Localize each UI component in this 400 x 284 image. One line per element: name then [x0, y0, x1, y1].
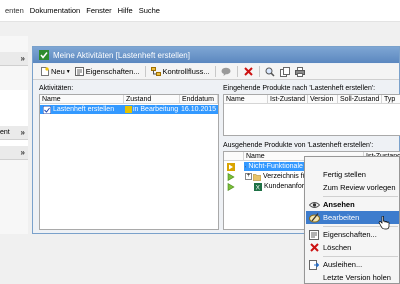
context-menu-item-submit-review[interactable]: Zum Review vorlegen: [306, 181, 399, 194]
column-header-type[interactable]: Typ: [382, 95, 400, 104]
svg-text:X: X: [256, 184, 261, 190]
edit-icon: [308, 212, 320, 224]
left-panel-section-label: ent: [0, 129, 10, 136]
context-menu-item-delete[interactable]: Löschen: [306, 241, 399, 254]
new-button-label: Neu: [51, 67, 65, 76]
left-panel-section-3[interactable]: »: [0, 146, 28, 160]
menu-item-hilfe[interactable]: Hilfe: [115, 0, 136, 22]
toolbar-separator: [236, 66, 238, 77]
menu-item-dokumentation[interactable]: Dokumentation: [27, 0, 83, 22]
activities-table: Name Zustand Enddatum Lastenheft erstell…: [39, 94, 219, 230]
menubar: enten Dokumentation Fenster Hilfe Suche: [0, 0, 400, 22]
context-menu-item-label: Letzte Version holen: [323, 273, 391, 282]
check-icon: [39, 50, 49, 60]
chevron-double-down-icon[interactable]: »: [21, 128, 25, 137]
context-menu-item-label: Ausleihen...: [323, 260, 363, 269]
activity-icon: [43, 105, 51, 114]
comment-icon[interactable]: [220, 65, 233, 78]
in-progress-icon: [125, 106, 132, 113]
context-menu-item-label: Ansehen: [323, 200, 355, 209]
column-header-marker: [224, 152, 244, 161]
incoming-table-header: Name Ist-Zustand Version Soll-Zustand Ty…: [224, 95, 400, 104]
delete-icon: [308, 242, 320, 254]
context-menu-item-label: Bearbeiten: [323, 213, 360, 222]
eye-icon: [308, 199, 320, 211]
context-menu-item-finish[interactable]: Fertig stellen: [306, 168, 399, 181]
context-menu-item-view[interactable]: Ansehen: [306, 198, 399, 211]
window-toolbar: Neu ▼ Eigenschaften... Kontrollfluss...: [33, 64, 399, 80]
play-icon: [227, 162, 235, 171]
properties-button[interactable]: Eigenschaften...: [73, 65, 142, 78]
properties-icon: [308, 229, 320, 241]
get-latest-icon: [308, 272, 320, 284]
context-menu-item-label: Eigenschaften...: [323, 230, 377, 239]
context-menu-item-get-latest[interactable]: Letzte Version holen: [306, 271, 399, 284]
chevron-double-down-icon[interactable]: »: [21, 148, 25, 157]
activity-enddate: 16.10.2015: [181, 106, 217, 113]
toolbar-separator: [214, 66, 216, 77]
control-flow-button[interactable]: Kontrollfluss...: [149, 65, 212, 78]
activity-enddate-cell: 16.10.2015: [180, 105, 218, 114]
hand-cursor-icon: [378, 216, 390, 230]
row-marker-cell: [224, 162, 244, 171]
play-icon: [227, 172, 235, 181]
activities-table-header: Name Zustand Enddatum: [40, 95, 218, 104]
context-menu-separator: [323, 256, 398, 257]
excel-document-icon: X: [254, 182, 262, 191]
left-panel-section-2[interactable]: ent »: [0, 126, 28, 140]
window-titlebar[interactable]: Meine Aktivitäten [Lastenheft erstellen]: [33, 47, 399, 63]
column-header-enddate[interactable]: Enddatum: [180, 95, 218, 104]
column-header-name[interactable]: Name: [40, 95, 124, 104]
new-button[interactable]: Neu ▼: [39, 65, 73, 78]
left-panel-section-1[interactable]: »: [0, 52, 28, 66]
word-document-icon: W: [245, 165, 247, 168]
finish-icon: [308, 169, 320, 181]
outgoing-products-label: Ausgehende Produkte von 'Lastenheft erst…: [223, 142, 374, 149]
dropdown-arrow-icon[interactable]: ▼: [66, 69, 71, 75]
column-header-state[interactable]: Zustand: [124, 95, 180, 104]
folder-icon: [253, 173, 261, 181]
menu-item-suche[interactable]: Suche: [136, 0, 163, 22]
menu-item-fenster[interactable]: Fenster: [83, 0, 114, 22]
checkout-icon: [308, 259, 320, 271]
toolbar-separator: [144, 66, 146, 77]
toolbar-separator: [258, 66, 260, 77]
control-flow-button-label: Kontrollfluss...: [162, 67, 210, 76]
column-header-target-state[interactable]: Soll-Zustand: [338, 95, 382, 104]
window-title: Meine Aktivitäten [Lastenheft erstellen]: [53, 50, 190, 60]
menu-item-partial[interactable]: enten: [2, 0, 27, 22]
search-icon[interactable]: [264, 65, 277, 78]
incoming-products-table: Name Ist-Zustand Version Soll-Zustand Ty…: [223, 94, 400, 136]
print-icon[interactable]: [294, 65, 307, 78]
activity-name-cell: Lastenheft erstellen: [40, 105, 124, 114]
table-row[interactable]: Lastenheft erstellen in Bearbeitung 16.1…: [40, 105, 218, 114]
status-area: [0, 234, 304, 284]
expand-icon[interactable]: +: [245, 173, 252, 180]
context-menu-item-label: Fertig stellen: [323, 170, 366, 179]
chevron-double-down-icon[interactable]: »: [21, 54, 25, 63]
properties-button-label: Eigenschaften...: [85, 67, 140, 76]
activity-state-cell: in Bearbeitung: [124, 105, 180, 114]
context-menu-item-checkout[interactable]: Ausleihen...: [306, 258, 399, 271]
activity-name: Lastenheft erstellen: [53, 106, 115, 113]
activities-label: Aktivitäten:: [39, 85, 74, 92]
copy-icon[interactable]: [279, 65, 292, 78]
column-header-name[interactable]: Name: [224, 95, 268, 104]
column-header-current-state[interactable]: Ist-Zustand: [268, 95, 308, 104]
new-document-icon: [41, 67, 49, 76]
activity-state: in Bearbeitung: [133, 106, 179, 113]
context-menu-item-label: Löschen: [323, 243, 352, 252]
play-icon: [227, 182, 235, 191]
review-icon: [308, 182, 320, 194]
row-marker-cell: [224, 172, 244, 181]
row-marker-cell: [224, 182, 244, 191]
delete-icon[interactable]: [242, 65, 255, 78]
column-header-version[interactable]: Version: [308, 95, 338, 104]
control-flow-icon: [150, 67, 161, 76]
incoming-products-label: Eingehende Produkte nach 'Lastenheft ers…: [223, 85, 376, 92]
properties-icon: [74, 67, 84, 76]
context-menu-separator: [323, 196, 398, 197]
context-menu-item-label: Zum Review vorlegen: [323, 183, 396, 192]
left-panel-content: [0, 90, 28, 150]
